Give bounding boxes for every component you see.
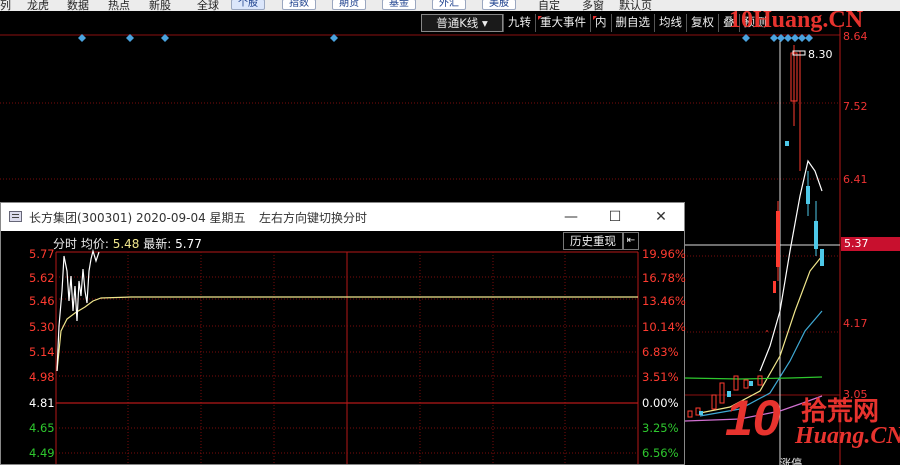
menu-item-default-page[interactable]: 默认页 [619, 0, 652, 11]
tab-us-stock[interactable]: 美股 [482, 0, 516, 10]
window-hint: 左右方向键切换分时 [259, 211, 368, 225]
price-line [56, 248, 100, 372]
price-tick: 5.77 [29, 247, 55, 261]
price-tick: 5.14 [29, 345, 55, 359]
intraday-chart-panel[interactable]: 分时 均价: 5.48 最新: 5.77 历史重现 ⇤ 5.77 5.62 5.… [1, 231, 686, 464]
tab-index[interactable]: 指数 [282, 0, 316, 10]
price-tick: 6.41 [843, 173, 868, 186]
menu-item-data[interactable]: 数据 [67, 0, 89, 11]
percent-tick: 6.83% [642, 345, 679, 359]
tool-major-event[interactable]: 重大事件 [535, 14, 590, 32]
intraday-window[interactable]: 长方集团(300301) 2020-09-04 星期五 左右方向键切换分时 — … [0, 202, 686, 465]
intraday-info: 分时 均价: 5.48 最新: 5.77 [53, 237, 202, 251]
price-tick: 4.98 [29, 370, 55, 384]
price-tick: 4.81 [29, 396, 55, 410]
ma5-line [759, 159, 823, 372]
price-tick: 5.46 [29, 294, 55, 308]
menu-item-dragon-tiger[interactable]: 龙虎 [27, 0, 49, 11]
candle-down [820, 249, 824, 266]
price-tick: 5.30 [29, 320, 55, 334]
tool-nine-turn[interactable]: 九转 [503, 14, 535, 32]
avg-price-value: 5.48 [112, 237, 140, 251]
tab-stock[interactable]: 个股 [231, 0, 265, 10]
menu-item-list[interactable]: 列 [0, 0, 11, 11]
price-tick: 5.62 [29, 271, 55, 285]
tool-inner[interactable]: 内 [590, 14, 611, 32]
percent-tick: 3.51% [642, 370, 679, 384]
percent-tick: 3.25% [642, 421, 679, 435]
window-title: 长方集团(300301) 2020-09-04 星期五 [29, 211, 246, 225]
menu-item-multi-window[interactable]: 多窗 [582, 0, 604, 11]
price-tick: 7.52 [843, 100, 868, 113]
latest-price-value: 5.77 [175, 237, 202, 251]
kline-type-dropdown[interactable]: 普通K线 ▾ [421, 14, 503, 32]
menu-item-global[interactable]: 全球 [197, 0, 219, 11]
candle-up [773, 281, 776, 293]
candle-down [699, 411, 703, 415]
percent-tick: 10.14% [642, 320, 686, 334]
percent-tick: 6.56% [642, 446, 679, 460]
percent-tick: 19.96% [642, 247, 686, 261]
maximize-icon[interactable]: ☐ [605, 207, 625, 227]
tool-adjust[interactable]: 复权 [686, 14, 718, 32]
close-icon[interactable]: ✕ [651, 207, 671, 227]
candle-up [719, 382, 725, 404]
candle-down [785, 141, 789, 146]
menu-item-custom[interactable]: 自定 [538, 0, 560, 11]
flag-icon [538, 16, 542, 20]
limit-up-badge: 涨停 [780, 457, 802, 465]
window-app-icon [9, 211, 22, 222]
menu-item-new-stock[interactable]: 新股 [149, 0, 171, 11]
price-tick: 4.65 [29, 421, 55, 435]
percent-tick: 16.78% [642, 271, 686, 285]
high-price-label: 8.30 [808, 48, 833, 61]
flag-icon [593, 16, 597, 20]
tab-futures[interactable]: 期货 [332, 0, 366, 10]
tab-forex[interactable]: 外汇 [432, 0, 466, 10]
candle-up [733, 375, 739, 391]
ma30-line [684, 376, 823, 380]
intraday-chart[interactable] [1, 231, 684, 464]
history-replay-button[interactable]: 历史重现 [563, 232, 623, 250]
tab-fund[interactable]: 基金 [382, 0, 416, 10]
candle-up [757, 375, 763, 386]
window-title-bar[interactable]: 长方集团(300301) 2020-09-04 星期五 左右方向键切换分时 — … [1, 203, 684, 231]
current-price-marker: 5.37 [841, 237, 900, 251]
menu-item-hotspot[interactable]: 热点 [108, 0, 130, 11]
price-tick: 8.64 [843, 30, 868, 43]
kline-toolbar: 普通K线 ▾ 九转 重大事件 内 删自选 均线 复权 叠 预测 [421, 14, 771, 32]
percent-tick: 13.46% [642, 294, 686, 308]
candle-down [749, 381, 753, 386]
tool-moving-average[interactable]: 均线 [654, 14, 686, 32]
price-tick: 4.49 [29, 446, 55, 460]
candle-up [687, 410, 693, 418]
candle-up [743, 379, 749, 389]
minimize-icon[interactable]: — [561, 207, 581, 227]
tool-delete-watchlist[interactable]: 删自选 [610, 14, 654, 32]
site-logo: 10 拾荒网 Huang.CN [725, 390, 900, 449]
arrow-left-end-icon[interactable]: ⇤ [623, 232, 639, 250]
percent-tick: 0.00% [642, 396, 679, 410]
candle-up [711, 394, 717, 410]
price-tick: 4.17 [843, 317, 868, 330]
